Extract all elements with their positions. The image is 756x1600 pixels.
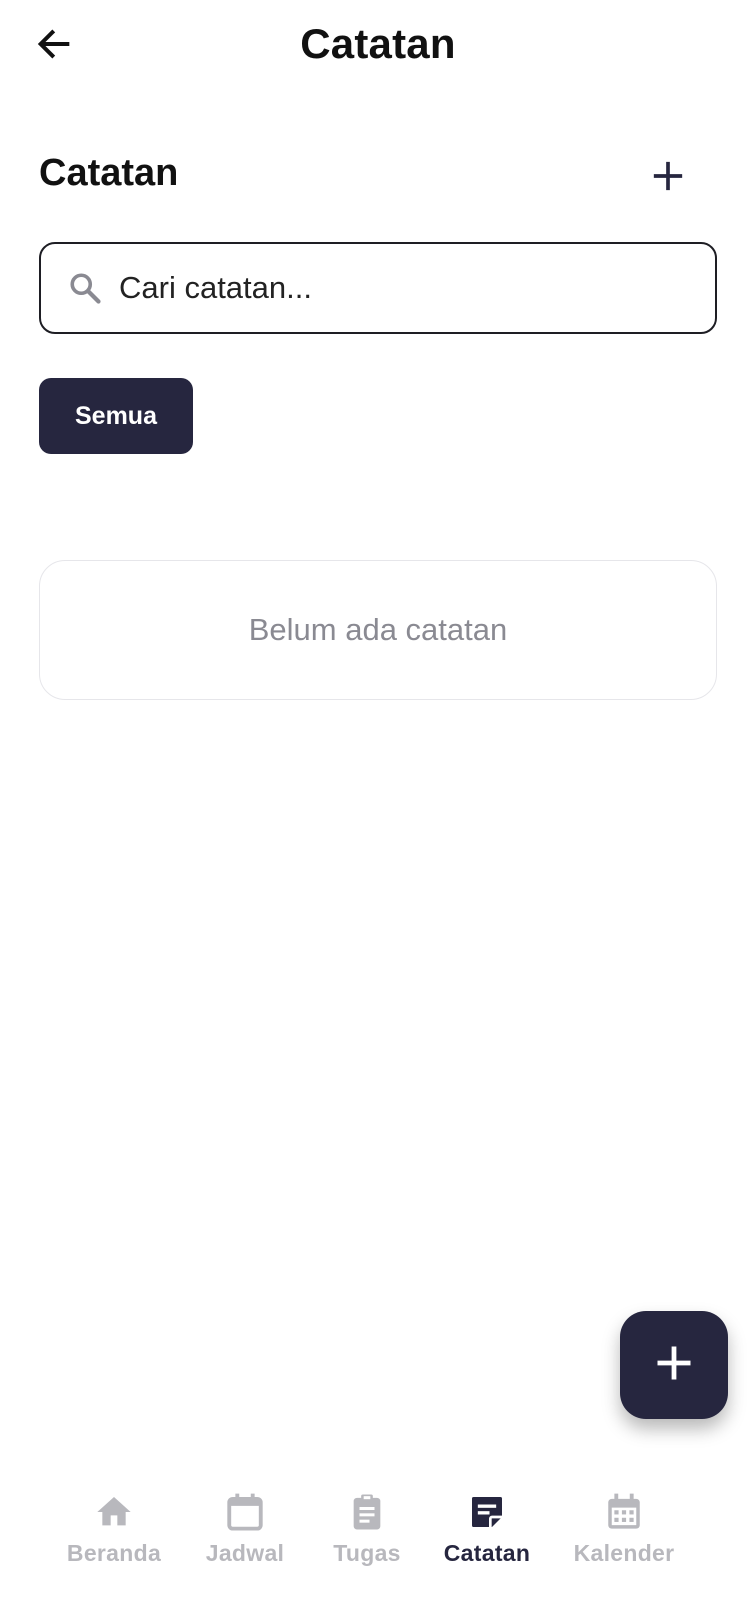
filter-chip-label: Semua [75,401,157,430]
plus-icon [651,159,685,198]
section-title: Catatan [39,152,179,194]
app-bar: Catatan [0,0,756,92]
nav-label: Catatan [443,1540,531,1566]
nav-label: Kalender [573,1540,675,1566]
notes-screen: Catatan Catatan Semua Belum ada catatan [0,0,756,1600]
calendar-icon [223,1490,267,1534]
nav-label: Beranda [66,1540,162,1566]
nav-item-tugas[interactable]: Tugas [302,1490,432,1590]
nav-item-kalender[interactable]: Kalender [559,1490,689,1590]
bottom-navigation: Beranda Jadwal Tugas Catatan Kalender [0,1470,756,1600]
note-icon [465,1490,509,1534]
empty-state-message: Belum ada catatan [248,612,508,647]
search-box[interactable] [39,242,717,334]
home-icon [92,1490,136,1534]
clipboard-icon [345,1490,389,1534]
nav-item-catatan[interactable]: Catatan [422,1490,552,1590]
nav-item-jadwal[interactable]: Jadwal [180,1490,310,1590]
plus-icon [652,1341,696,1390]
calendar-grid-icon [602,1490,646,1534]
search-icon [65,268,105,308]
filter-chip-all[interactable]: Semua [39,378,193,454]
add-note-fab[interactable] [620,1311,728,1419]
add-note-button[interactable] [640,150,696,206]
search-input[interactable] [119,258,715,318]
nav-item-beranda[interactable]: Beranda [49,1490,179,1590]
page-title: Catatan [300,20,456,67]
nav-label: Jadwal [205,1540,285,1566]
empty-state-card: Belum ada catatan [39,560,717,700]
nav-label: Tugas [333,1540,401,1566]
